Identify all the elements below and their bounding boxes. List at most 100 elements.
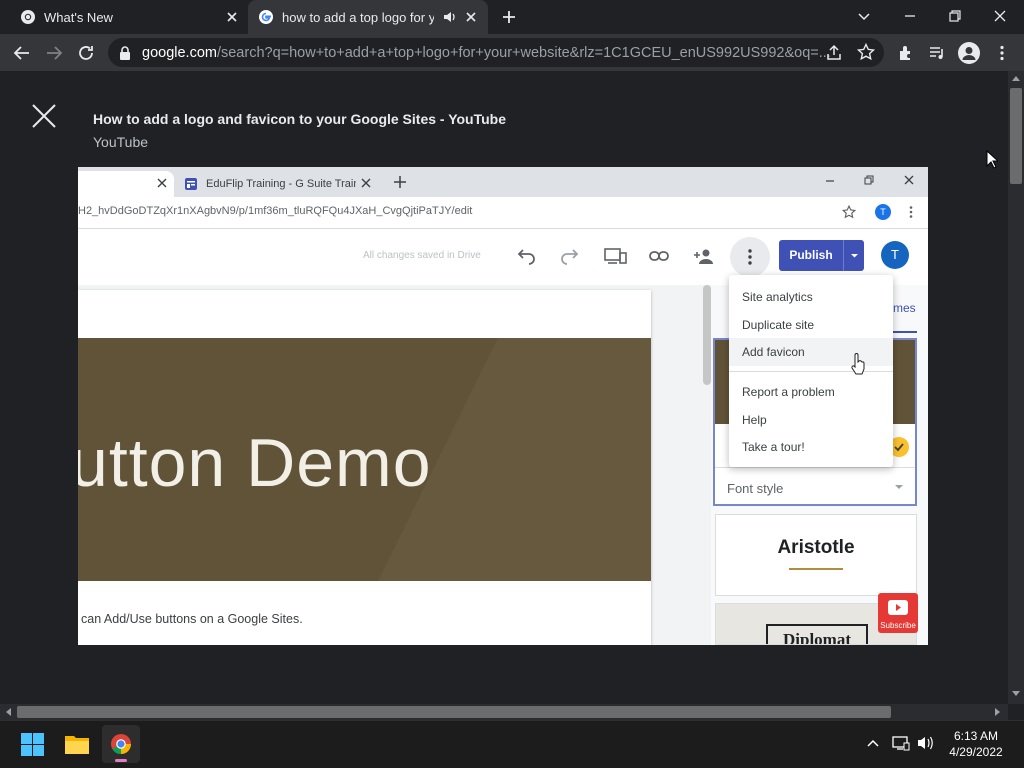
clock-time[interactable]: 6:13 AM: [944, 729, 1008, 743]
file-explorer-icon[interactable]: [64, 732, 90, 756]
themes-tab-label: mes: [893, 301, 916, 315]
tab-search-icon[interactable]: [856, 8, 872, 24]
tab-title: What's New: [44, 9, 113, 25]
scroll-right-icon[interactable]: [995, 708, 1001, 716]
minimize-icon: [826, 180, 834, 182]
close-tab-icon[interactable]: [463, 9, 479, 25]
publish-button: Publish: [779, 240, 843, 271]
chrome-icon: [111, 734, 132, 755]
speaker-icon[interactable]: [443, 9, 457, 25]
avatar: T: [881, 241, 909, 269]
close-icon: [361, 178, 371, 188]
add-person-icon: [694, 249, 713, 264]
chrome-taskbar-button[interactable]: [102, 725, 140, 763]
horizontal-scrollbar[interactable]: [0, 704, 1008, 720]
redo-icon: [561, 249, 579, 265]
close-window-icon[interactable]: [992, 8, 1008, 24]
scroll-thumb[interactable]: [1010, 88, 1022, 184]
url-host: google.com: [142, 44, 217, 61]
more-vert-icon: [748, 249, 752, 265]
site-banner: utton Demo: [78, 338, 651, 581]
url-path: /search?q=how+to+add+a+top+logo+for+your…: [216, 44, 831, 61]
bookmark-star-icon: [842, 205, 856, 219]
menu-item-take-tour: Take a tour!: [742, 440, 805, 454]
menu-item-help: Help: [742, 413, 767, 427]
windows-start-icon[interactable]: [21, 733, 44, 756]
google-sites-icon: [185, 178, 197, 190]
scroll-thumb[interactable]: [17, 706, 891, 718]
person-icon: [962, 47, 976, 60]
more-options-menu: Site analytics Duplicate site Add favico…: [729, 275, 893, 467]
tab-underline: [893, 331, 917, 333]
chrome-icon: [21, 10, 35, 24]
chevron-down-icon: [851, 254, 858, 258]
theme-name: Diplomat: [766, 624, 868, 644]
lock-icon[interactable]: [118, 45, 132, 61]
media-control-icon[interactable]: [928, 44, 946, 62]
close-window-icon: [904, 175, 914, 185]
youtube-icon: [888, 600, 908, 615]
menu-item-site-analytics: Site analytics: [742, 290, 813, 304]
theme-underline: [789, 568, 843, 570]
save-status: All changes saved in Drive: [363, 250, 481, 261]
site-body-text: can Add/Use buttons on a Google Sites.: [81, 612, 303, 626]
close-viewer-icon[interactable]: [31, 103, 57, 129]
hand-cursor-icon: [851, 353, 865, 375]
extensions-icon[interactable]: [897, 44, 915, 62]
banner-title: utton Demo: [78, 425, 432, 501]
subscribe-watermark: Subscribe: [878, 593, 918, 633]
chevron-down-icon: [895, 485, 903, 489]
mouse-cursor-icon: [986, 150, 998, 169]
canvas-scrollbar: [703, 285, 711, 385]
close-icon: [157, 178, 167, 188]
new-tab-icon: [394, 176, 406, 188]
profile-avatar[interactable]: [958, 42, 980, 64]
undo-icon: [517, 249, 535, 265]
clock-date[interactable]: 4/29/2022: [944, 745, 1008, 759]
font-style-select: Font style: [715, 467, 915, 505]
network-icon[interactable]: [892, 735, 910, 751]
reload-icon[interactable]: [77, 44, 95, 62]
bookmark-star-icon[interactable]: [857, 43, 875, 61]
menu-divider: [729, 371, 893, 372]
close-tab-icon[interactable]: [224, 9, 240, 25]
video-title[interactable]: How to add a logo and favicon to your Go…: [93, 111, 506, 127]
video-thumbnail[interactable]: EduFlip Training - G Suite Trainin H2_hv…: [78, 167, 928, 645]
new-tab-icon[interactable]: [501, 9, 517, 25]
minimize-icon[interactable]: [902, 8, 918, 24]
volume-icon[interactable]: [917, 735, 935, 751]
menu-item-duplicate-site: Duplicate site: [742, 318, 815, 332]
tab-title: how to add a top logo for yo: [282, 9, 434, 25]
more-options-button: [730, 237, 770, 277]
vertical-scrollbar[interactable]: [1008, 71, 1024, 704]
restore-icon[interactable]: [947, 8, 963, 24]
scroll-down-icon[interactable]: [1012, 691, 1020, 697]
share-icon[interactable]: [825, 44, 843, 62]
publish-dropdown: [843, 240, 864, 271]
menu-item-add-favicon: Add favicon: [742, 345, 805, 359]
running-indicator: [115, 759, 127, 762]
scroll-left-icon[interactable]: [5, 708, 11, 716]
tab-whats-new[interactable]: What's New: [10, 0, 246, 34]
restore-icon: [864, 175, 874, 185]
inner-profile-avatar: T: [875, 204, 891, 220]
preview-devices-icon: [604, 248, 627, 264]
inner-address-bar: H2_hvDdGoDTZqXr1nXAgbvN9/p/1mf36m_tluRQF…: [78, 197, 928, 229]
scroll-up-icon[interactable]: [1012, 75, 1020, 81]
menu-dots-icon: [909, 206, 913, 218]
address-bar[interactable]: google.com/search?q=how+to+add+a+top+log…: [108, 38, 884, 67]
font-style-label: Font style: [727, 481, 784, 496]
video-source[interactable]: YouTube: [93, 134, 148, 150]
google-icon: [259, 10, 273, 24]
chevron-up-icon[interactable]: [866, 737, 880, 749]
menu-dots-icon[interactable]: [993, 44, 1011, 62]
theme-card-aristotle: Aristotle: [715, 514, 917, 596]
inner-tab-sites: EduFlip Training - G Suite Trainin: [176, 171, 376, 197]
menu-item-report-problem: Report a problem: [742, 385, 835, 399]
forward-icon[interactable]: [45, 44, 63, 62]
inner-tab-title: EduFlip Training - G Suite Trainin: [206, 178, 356, 190]
scroll-corner: [1008, 704, 1024, 720]
back-icon[interactable]: [13, 44, 31, 62]
link-icon: [649, 251, 669, 261]
theme-name: Aristotle: [777, 537, 855, 558]
